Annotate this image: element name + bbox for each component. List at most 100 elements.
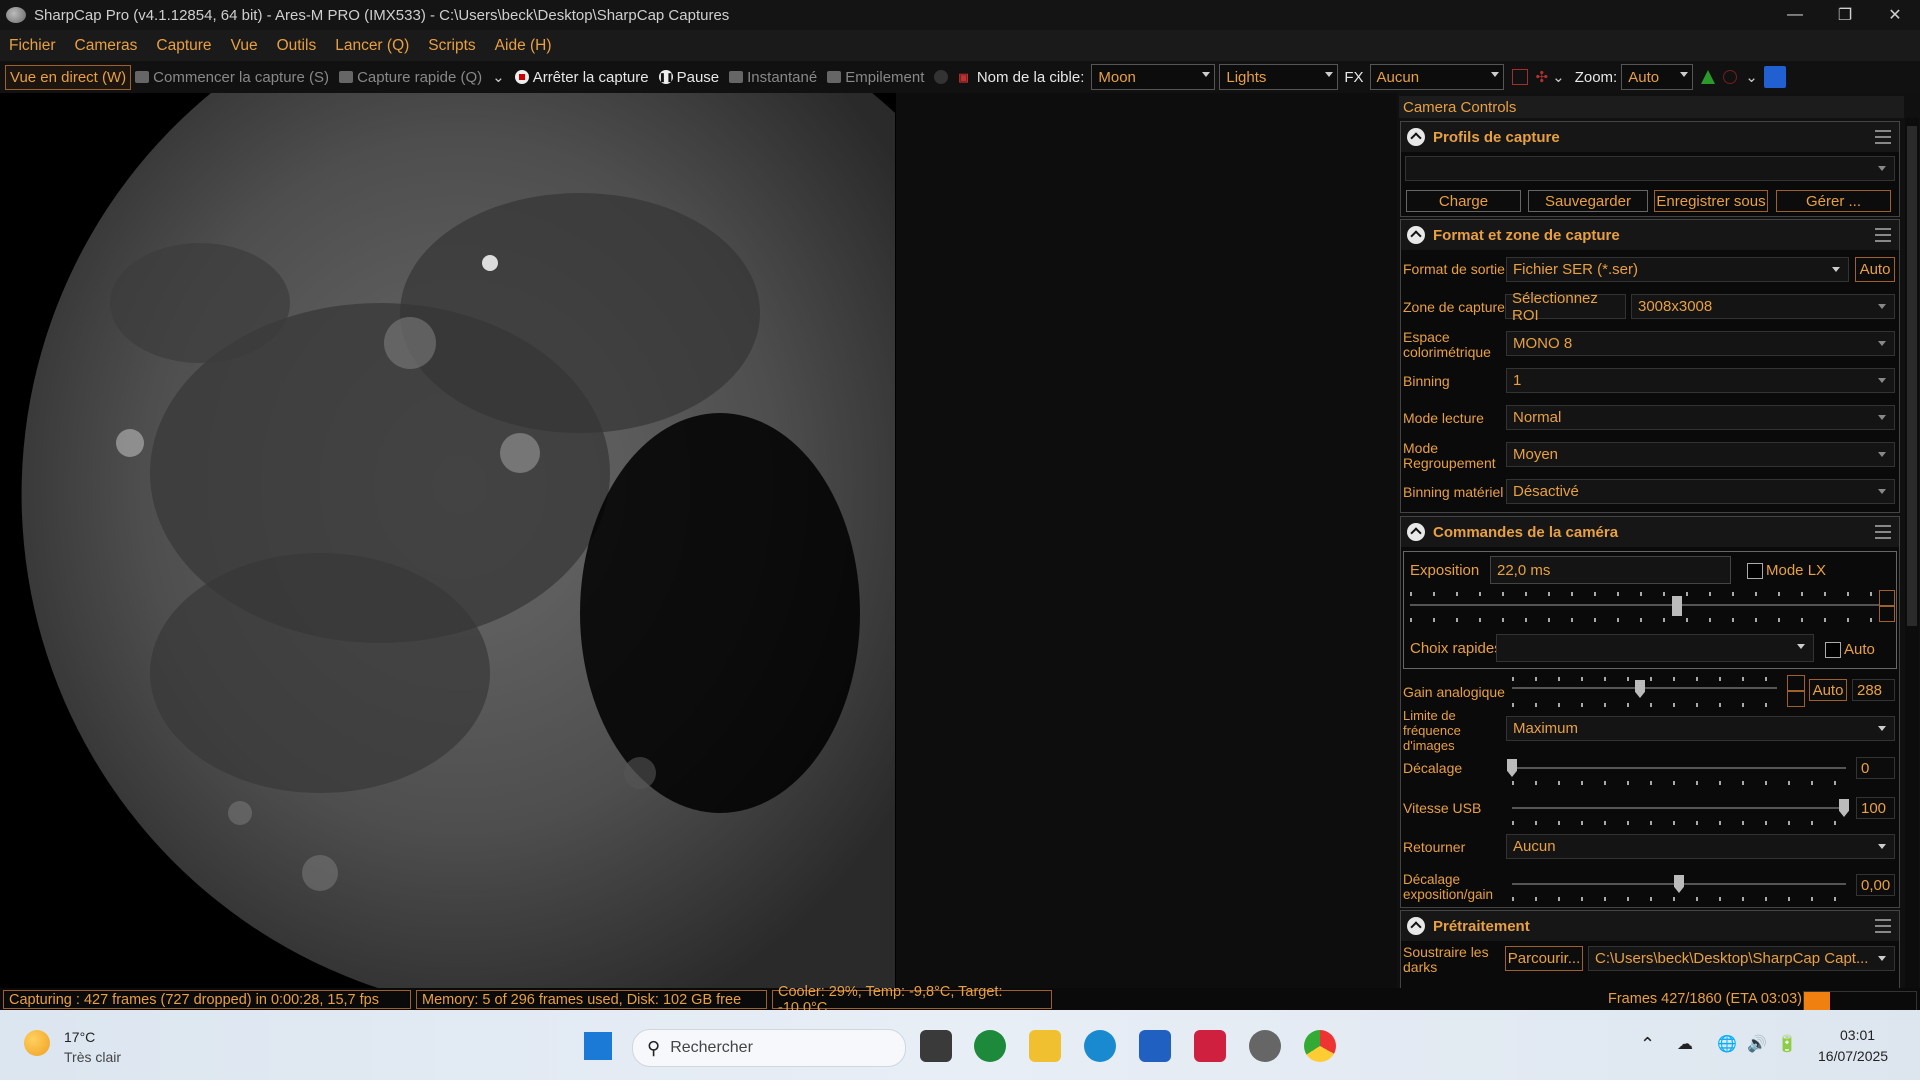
gain-auto-button[interactable]: Auto bbox=[1809, 679, 1847, 701]
close-icon[interactable]: ✕ bbox=[1870, 0, 1920, 30]
profiles-header[interactable]: Profils de capture bbox=[1401, 122, 1899, 152]
speaker-icon[interactable]: 🔊 bbox=[1747, 1034, 1767, 1054]
live-view-button[interactable]: Vue en direct (W) bbox=[5, 64, 132, 90]
battery-icon[interactable]: 🔋 bbox=[1777, 1034, 1797, 1054]
minimize-icon[interactable]: — bbox=[1770, 0, 1820, 30]
gain-value-input[interactable]: 288 bbox=[1852, 679, 1895, 701]
menu-cameras[interactable]: Cameras bbox=[75, 37, 138, 55]
menu-capture[interactable]: Capture bbox=[156, 37, 211, 55]
offset-slider-thumb[interactable] bbox=[1507, 759, 1517, 777]
binning-select[interactable]: 1 bbox=[1506, 368, 1895, 393]
collapse-icon[interactable] bbox=[1407, 226, 1425, 244]
chrome-icon[interactable] bbox=[1304, 1030, 1336, 1062]
format-header[interactable]: Format et zone de capture bbox=[1401, 220, 1899, 250]
weather-icon[interactable] bbox=[24, 1030, 50, 1056]
stacking-button[interactable]: Empilement bbox=[827, 69, 924, 86]
maximize-icon[interactable]: ❐ bbox=[1820, 0, 1870, 30]
chevron-down-icon[interactable]: ⌄ bbox=[1552, 68, 1565, 86]
select-roi-button[interactable]: Sélectionnez ROI bbox=[1505, 290, 1626, 324]
zoom-select[interactable]: Auto bbox=[1621, 64, 1694, 90]
exposure-gain-offset-input[interactable]: 0,00 bbox=[1856, 874, 1895, 896]
manage-profiles-button[interactable]: Gérer ... bbox=[1776, 190, 1891, 212]
menu-icon[interactable] bbox=[1875, 130, 1891, 144]
capture-area-select[interactable]: 3008x3008 bbox=[1631, 294, 1895, 319]
app-red-icon[interactable] bbox=[1194, 1030, 1226, 1062]
file-explorer-icon[interactable] bbox=[1029, 1030, 1061, 1062]
snapshot-button[interactable]: Instantané bbox=[729, 69, 817, 86]
weather-temp[interactable]: 17°C bbox=[64, 1029, 95, 1045]
panel-scrollbar[interactable] bbox=[1905, 118, 1919, 988]
edge-icon[interactable] bbox=[1084, 1030, 1116, 1062]
flip-select[interactable]: Aucun bbox=[1506, 834, 1895, 859]
clock-time[interactable]: 03:01 bbox=[1840, 1027, 1875, 1043]
target-name-select[interactable]: Moon bbox=[1091, 64, 1216, 90]
menu-aide[interactable]: Aide (H) bbox=[495, 37, 552, 55]
focus-icon[interactable] bbox=[1723, 70, 1738, 84]
readout-mode-select[interactable]: Normal bbox=[1506, 405, 1895, 430]
camera-header[interactable]: Commandes de la caméra bbox=[1401, 517, 1899, 547]
save-profile-button[interactable]: Sauvegarder bbox=[1528, 190, 1648, 212]
exposure-slider[interactable] bbox=[1410, 604, 1880, 606]
sphere-icon[interactable] bbox=[934, 70, 949, 84]
weather-desc[interactable]: Très clair bbox=[64, 1049, 121, 1065]
search-box[interactable]: ⚲ Rechercher bbox=[632, 1029, 906, 1067]
lx-mode-checkbox[interactable] bbox=[1747, 563, 1763, 579]
sharpcap-icon[interactable] bbox=[1249, 1030, 1281, 1062]
quick-choice-select[interactable] bbox=[1496, 634, 1814, 662]
no-calibration-icon[interactable]: ▣ bbox=[958, 71, 968, 84]
quick-capture-button[interactable]: Capture rapide (Q) ⌄ bbox=[339, 68, 505, 86]
save-as-profile-button[interactable]: Enregistrer sous bbox=[1654, 190, 1768, 212]
chevron-down-icon[interactable]: ⌄ bbox=[1745, 68, 1758, 86]
usb-speed-value-input[interactable]: 100 bbox=[1856, 797, 1895, 819]
exposure-slider-thumb[interactable] bbox=[1672, 596, 1682, 616]
menu-icon[interactable] bbox=[1875, 525, 1891, 539]
app-green-icon[interactable] bbox=[974, 1030, 1006, 1062]
menu-icon[interactable] bbox=[1875, 919, 1891, 933]
clock-date[interactable]: 16/07/2025 bbox=[1818, 1048, 1888, 1064]
collapse-icon[interactable] bbox=[1407, 917, 1425, 935]
usb-speed-slider[interactable] bbox=[1512, 807, 1846, 809]
frame-type-select[interactable]: Lights bbox=[1219, 64, 1339, 90]
fx-select[interactable]: Aucun bbox=[1369, 64, 1504, 90]
hardware-binning-select[interactable]: Désactivé bbox=[1506, 479, 1895, 504]
offset-value-input[interactable]: 0 bbox=[1856, 757, 1895, 779]
grouping-mode-select[interactable]: Moyen bbox=[1506, 442, 1895, 467]
collapse-icon[interactable] bbox=[1407, 523, 1425, 541]
menu-vue[interactable]: Vue bbox=[231, 37, 258, 55]
usb-speed-slider-thumb[interactable] bbox=[1839, 799, 1849, 817]
globe-icon[interactable]: 🌐 bbox=[1717, 1034, 1737, 1054]
exposure-down-button[interactable] bbox=[1879, 606, 1895, 622]
offset-slider[interactable] bbox=[1512, 767, 1846, 769]
pause-button[interactable]: ❚❚ Pause bbox=[658, 69, 719, 86]
chevron-up-icon[interactable]: ⌃ bbox=[1640, 1034, 1655, 1055]
store-icon[interactable] bbox=[1139, 1030, 1171, 1062]
reticle-icon[interactable] bbox=[1511, 69, 1528, 85]
colorspace-select[interactable]: MONO 8 bbox=[1506, 331, 1895, 356]
tools-icon[interactable] bbox=[1763, 66, 1786, 88]
stop-capture-button[interactable]: Arrêter la capture bbox=[514, 69, 649, 86]
preprocessing-header[interactable]: Prétraitement bbox=[1401, 911, 1899, 941]
scrollbar-thumb[interactable] bbox=[1907, 126, 1917, 626]
exposure-gain-offset-thumb[interactable] bbox=[1674, 875, 1684, 893]
gain-down-button[interactable] bbox=[1787, 691, 1805, 707]
gain-up-button[interactable] bbox=[1787, 675, 1805, 691]
windows-start-icon[interactable] bbox=[584, 1032, 612, 1060]
cloud-icon[interactable]: ☁ bbox=[1677, 1034, 1693, 1054]
histogram-icon[interactable] bbox=[1701, 70, 1716, 84]
quick-auto-checkbox[interactable] bbox=[1825, 642, 1841, 658]
menu-icon[interactable] bbox=[1875, 228, 1891, 242]
menu-outils[interactable]: Outils bbox=[277, 37, 317, 55]
menu-fichier[interactable]: Fichier bbox=[9, 37, 56, 55]
darks-path-select[interactable]: C:\Users\beck\Desktop\SharpCap Capt... bbox=[1588, 946, 1895, 971]
crosshair-icon[interactable]: ✣ bbox=[1536, 68, 1549, 86]
output-format-auto-button[interactable]: Auto bbox=[1855, 257, 1895, 282]
gain-slider-thumb[interactable] bbox=[1635, 680, 1645, 698]
menu-scripts[interactable]: Scripts bbox=[428, 37, 475, 55]
start-capture-button[interactable]: Commencer la capture (S) bbox=[135, 69, 329, 86]
exposure-input[interactable]: 22,0 ms bbox=[1490, 556, 1731, 584]
load-profile-button[interactable]: Charge bbox=[1406, 190, 1521, 212]
output-format-select[interactable]: Fichier SER (*.ser) bbox=[1506, 257, 1849, 282]
chevron-down-icon[interactable]: ⌄ bbox=[492, 68, 505, 86]
task-view-icon[interactable] bbox=[920, 1030, 952, 1062]
exposure-up-button[interactable] bbox=[1879, 590, 1895, 606]
